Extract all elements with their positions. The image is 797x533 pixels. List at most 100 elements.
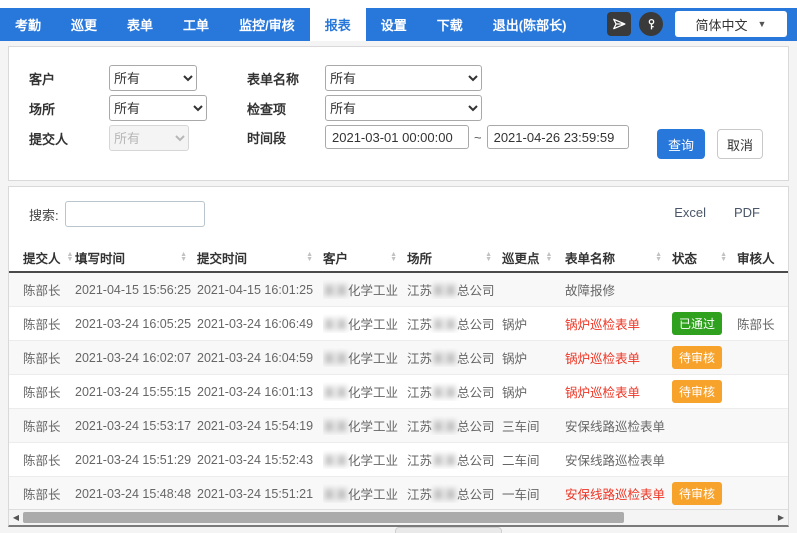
cell-submitter: 陈部长: [9, 382, 75, 401]
cell-submitter: 陈部长: [9, 450, 75, 469]
cancel-button[interactable]: 取消: [717, 129, 763, 159]
cell-fill-time: 2021-03-24 16:05:25: [75, 317, 197, 331]
sort-icon[interactable]: ▲▼: [67, 252, 74, 262]
column-header-submitter: 提交人▲▼: [9, 248, 75, 267]
cell-customer: 某某化学工业: [323, 450, 407, 469]
cell-fill-time: 2021-03-24 15:53:17: [75, 419, 197, 433]
table-body: 陈部长 2021-04-15 15:56:25 2021-04-15 16:01…: [9, 273, 788, 511]
cell-submitter: 陈部长: [9, 484, 75, 503]
table-row[interactable]: 陈部长 2021-03-24 16:05:25 2021-03-24 16:06…: [9, 307, 788, 341]
cell-site: 江苏某某总公司: [407, 348, 502, 367]
form-name-select[interactable]: 所有: [325, 65, 482, 91]
nav-tab-logout[interactable]: 退出(陈部长): [478, 8, 582, 41]
filter-row-check-item: 检查项 所有: [247, 95, 482, 121]
time-start-input[interactable]: [325, 125, 469, 149]
filter-row-customer: 客户 所有: [29, 65, 197, 91]
table-row[interactable]: 陈部长 2021-03-24 16:02:07 2021-03-24 16:04…: [9, 341, 788, 375]
status-badge: 待审核: [672, 482, 722, 505]
nav-tab-patrol[interactable]: 巡更: [56, 8, 112, 41]
sort-icon[interactable]: ▲▼: [655, 252, 662, 262]
nav-tab-monitor-review[interactable]: 监控/审核: [224, 8, 310, 41]
cell-submitter: 陈部长: [9, 416, 75, 435]
cell-fill-time: 2021-03-24 15:51:29: [75, 453, 197, 467]
cell-patrol-point: 二车间: [502, 450, 565, 469]
export-pdf-link[interactable]: PDF: [734, 205, 760, 220]
cell-patrol-point: 锅炉: [502, 314, 565, 333]
cell-site: 江苏某某总公司: [407, 382, 502, 401]
nav-tab-settings[interactable]: 设置: [366, 8, 422, 41]
horizontal-scrollbar[interactable]: ◀ ▶: [9, 509, 788, 525]
nav-tab-workorder[interactable]: 工单: [168, 8, 224, 41]
cell-customer: 某某化学工业: [323, 348, 407, 367]
sort-icon[interactable]: ▲▼: [546, 252, 553, 262]
export-excel-link[interactable]: Excel: [674, 205, 706, 220]
table-row[interactable]: 陈部长 2021-04-15 15:56:25 2021-04-15 16:01…: [9, 273, 788, 307]
check-item-select[interactable]: 所有: [325, 95, 482, 121]
column-header-site: 场所▲▼: [407, 248, 502, 267]
nav-tab-reports[interactable]: 报表: [310, 8, 366, 41]
table-row[interactable]: 陈部长 2021-03-24 15:48:48 2021-03-24 15:51…: [9, 477, 788, 511]
cell-form-name: 安保线路巡检表单: [565, 416, 672, 435]
cell-patrol-point: 三车间: [502, 416, 565, 435]
query-button[interactable]: 查询: [657, 129, 705, 159]
site-select[interactable]: 所有: [109, 95, 207, 121]
sort-icon[interactable]: ▲▼: [306, 252, 313, 262]
cell-fill-time: 2021-03-24 15:48:48: [75, 487, 197, 501]
sort-icon[interactable]: ▲▼: [720, 252, 727, 262]
filter-row-site: 场所 所有: [29, 95, 207, 121]
submitter-label: 提交人: [29, 129, 109, 148]
filter-panel: 客户 所有 场所 所有 提交人 所有 表单名称 所有 检查项 所有 时间段 ~ …: [8, 46, 789, 181]
column-header-form-name: 表单名称▲▼: [565, 248, 672, 267]
cell-submit-time: 2021-03-24 15:51:21: [197, 487, 323, 501]
status-badge: 待审核: [672, 346, 722, 369]
language-select[interactable]: 简体中文 ▼: [675, 11, 787, 37]
cell-site: 江苏某某总公司: [407, 484, 502, 503]
scrollbar-thumb[interactable]: [23, 512, 624, 523]
table-row[interactable]: 陈部长 2021-03-24 15:55:15 2021-03-24 16:01…: [9, 375, 788, 409]
cell-form-name: 锅炉巡检表单: [565, 314, 672, 333]
paper-plane-icon[interactable]: [607, 12, 631, 36]
report-table-panel: 搜索: Excel PDF 提交人▲▼ 填写时间▲▼ 提交时间▲▼ 客户▲▼ 场…: [8, 186, 789, 527]
sort-icon[interactable]: ▲▼: [485, 252, 492, 262]
column-header-reviewer: 审核人: [737, 248, 777, 267]
cell-submit-time: 2021-03-24 16:04:59: [197, 351, 323, 365]
cell-submit-time: 2021-03-24 16:06:49: [197, 317, 323, 331]
search-label: 搜索:: [29, 205, 59, 224]
column-header-customer: 客户▲▼: [323, 248, 407, 267]
cell-patrol-point: 一车间: [502, 484, 565, 503]
cell-customer: 某某化学工业: [323, 314, 407, 333]
nav-tab-download[interactable]: 下载: [422, 8, 478, 41]
cell-patrol-point: 锅炉: [502, 382, 565, 401]
table-row[interactable]: 陈部长 2021-03-24 15:51:29 2021-03-24 15:52…: [9, 443, 788, 477]
cell-submit-time: 2021-03-24 16:01:13: [197, 385, 323, 399]
cell-customer: 某某化学工业: [323, 382, 407, 401]
time-end-input[interactable]: [487, 125, 629, 149]
filter-row-submitter: 提交人 所有: [29, 125, 189, 151]
key-icon[interactable]: [639, 12, 663, 36]
cell-submit-time: 2021-03-24 15:54:19: [197, 419, 323, 433]
sort-icon[interactable]: ▲▼: [390, 252, 397, 262]
cell-submit-time: 2021-03-24 15:52:43: [197, 453, 323, 467]
scroll-left-arrow-icon[interactable]: ◀: [9, 513, 23, 522]
column-header-fill-time: 填写时间▲▼: [75, 248, 197, 267]
scrollbar-track[interactable]: [23, 510, 774, 525]
scroll-right-arrow-icon[interactable]: ▶: [774, 513, 788, 522]
nav-tab-forms[interactable]: 表单: [112, 8, 168, 41]
nav-tab-attendance[interactable]: 考勤: [0, 8, 56, 41]
export-links: Excel PDF: [674, 205, 760, 220]
search-row: 搜索:: [29, 201, 205, 227]
cell-customer: 某某化学工业: [323, 280, 407, 299]
cell-fill-time: 2021-03-24 16:02:07: [75, 351, 197, 365]
submitter-select: 所有: [109, 125, 189, 151]
search-input[interactable]: [65, 201, 205, 227]
check-item-label: 检查项: [247, 99, 325, 118]
table-row[interactable]: 陈部长 2021-03-24 15:53:17 2021-03-24 15:54…: [9, 409, 788, 443]
cell-fill-time: 2021-03-24 15:55:15: [75, 385, 197, 399]
cell-form-name: 安保线路巡检表单: [565, 484, 672, 503]
cell-fill-time: 2021-04-15 15:56:25: [75, 283, 197, 297]
column-header-status: 状态▲▼: [672, 248, 737, 267]
sort-icon[interactable]: ▲▼: [180, 252, 187, 262]
customer-select[interactable]: 所有: [109, 65, 197, 91]
filter-row-time-range: 时间段 ~: [247, 125, 629, 149]
cell-submit-time: 2021-04-15 16:01:25: [197, 283, 323, 297]
